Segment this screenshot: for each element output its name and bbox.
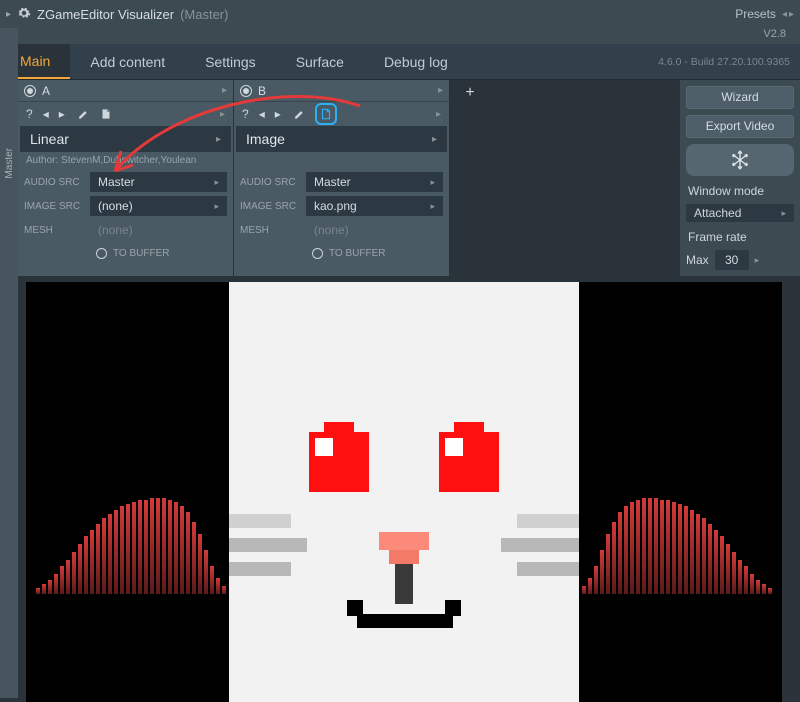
prop-label: AUDIO SRC bbox=[24, 177, 86, 188]
chevron-right-icon[interactable]: ▸ bbox=[436, 109, 441, 120]
prop-label: MESH bbox=[240, 225, 302, 236]
brush-icon[interactable] bbox=[75, 107, 89, 121]
chevron-right-icon: ▸ bbox=[432, 134, 437, 145]
to-buffer-label: TO BUFFER bbox=[329, 248, 385, 259]
layer-b-header[interactable]: B ▸ bbox=[234, 80, 449, 102]
layer-a-header[interactable]: A ▸ bbox=[18, 80, 233, 102]
tab-debug-log[interactable]: Debug log bbox=[364, 44, 468, 79]
frame-rate-row: Max 30 ▸ bbox=[686, 250, 794, 270]
window-mode-value: Attached bbox=[694, 206, 741, 220]
window-title: ZGameEditor Visualizer bbox=[37, 7, 174, 22]
presets-label: Presets bbox=[735, 7, 776, 21]
layer-b-image-value[interactable]: kao.png▸ bbox=[306, 196, 443, 216]
tab-settings[interactable]: Settings bbox=[185, 44, 276, 79]
frame-rate-label: Frame rate bbox=[686, 228, 794, 244]
prev-icon[interactable]: ◂ bbox=[259, 107, 265, 121]
layer-b-audio-value[interactable]: Master▸ bbox=[306, 172, 443, 192]
preset-next-icon[interactable]: ▸ bbox=[789, 9, 794, 20]
help-icon[interactable]: ? bbox=[242, 107, 249, 121]
build-label: 4.6.0 - Build 27.20.100.9365 bbox=[658, 56, 800, 68]
to-buffer-label: TO BUFFER bbox=[113, 248, 169, 259]
clip-icon[interactable] bbox=[99, 107, 113, 121]
chevron-right-icon[interactable]: ▸ bbox=[438, 85, 443, 96]
visualizer-right bbox=[582, 498, 772, 594]
plus-icon[interactable]: + bbox=[465, 84, 474, 102]
layer-b-mesh: MESH (none) bbox=[234, 218, 449, 242]
gear-icon[interactable] bbox=[17, 6, 31, 23]
snapshot-button[interactable] bbox=[686, 144, 794, 176]
to-buffer-radio[interactable] bbox=[312, 248, 323, 259]
add-layer[interactable]: + bbox=[450, 80, 490, 276]
layer-b-toolbar: ? ◂ ▸ ▸ bbox=[234, 102, 449, 126]
layer-a-to-buffer[interactable]: TO BUFFER bbox=[18, 242, 233, 265]
frame-rate-max-label: Max bbox=[686, 253, 709, 267]
layer-b-image-src: IMAGE SRC kao.png▸ bbox=[234, 194, 449, 218]
export-video-button[interactable]: Export Video bbox=[686, 115, 794, 138]
layer-a-image-src: IMAGE SRC (none)▸ bbox=[18, 194, 233, 218]
main-row: A ▸ ? ◂ ▸ ▸ Linear ▸ Author: StevenM,Dub… bbox=[0, 80, 800, 276]
chevron-right-icon: ▸ bbox=[781, 208, 786, 219]
prop-label: IMAGE SRC bbox=[240, 201, 302, 212]
preview-image bbox=[229, 282, 579, 702]
layer-b-mesh-value[interactable]: (none) bbox=[306, 220, 443, 240]
layer-a-audio-src: AUDIO SRC Master▸ bbox=[18, 170, 233, 194]
layer-a-mesh: MESH (none) bbox=[18, 218, 233, 242]
layer-b-to-buffer[interactable]: TO BUFFER bbox=[234, 242, 449, 265]
layer-a-author: Author: StevenM,Dubswitcher,Youlean bbox=[18, 152, 233, 170]
dock-label: Master bbox=[4, 148, 15, 179]
collapse-icon[interactable]: ▸ bbox=[6, 9, 11, 20]
layer-a-effect-selector[interactable]: Linear ▸ bbox=[20, 126, 231, 152]
layer-b-author bbox=[234, 152, 449, 170]
layer-b-audio-src: AUDIO SRC Master▸ bbox=[234, 170, 449, 194]
visualizer-left bbox=[36, 498, 226, 594]
layer-b-id: B bbox=[258, 84, 266, 98]
frame-rate-value[interactable]: 30 bbox=[715, 250, 749, 270]
title-bar: ▸ ZGameEditor Visualizer (Master) Preset… bbox=[0, 0, 800, 28]
layer-a-enable-radio[interactable] bbox=[24, 85, 36, 97]
layer-b-effect-selector[interactable]: Image ▸ bbox=[236, 126, 447, 152]
layer-b-effect-name: Image bbox=[246, 131, 285, 147]
prop-label: MESH bbox=[24, 225, 86, 236]
brush-icon[interactable] bbox=[291, 107, 305, 121]
layer-b: B ▸ ? ◂ ▸ ▸ Image ▸ AUDIO SRC Master▸ I bbox=[234, 80, 450, 276]
layer-a: A ▸ ? ◂ ▸ ▸ Linear ▸ Author: StevenM,Dub… bbox=[18, 80, 234, 276]
layer-a-effect-name: Linear bbox=[30, 131, 69, 147]
chevron-right-icon[interactable]: ▸ bbox=[220, 109, 225, 120]
prev-icon[interactable]: ◂ bbox=[43, 107, 49, 121]
window-mode-label: Window mode bbox=[686, 182, 794, 198]
preset-prev-icon[interactable]: ◂ bbox=[782, 9, 787, 20]
chevron-right-icon[interactable]: ▸ bbox=[222, 85, 227, 96]
tab-surface[interactable]: Surface bbox=[276, 44, 364, 79]
help-icon[interactable]: ? bbox=[26, 107, 33, 121]
next-icon[interactable]: ▸ bbox=[275, 107, 281, 121]
preview-viewport[interactable] bbox=[26, 282, 782, 702]
layers-area: A ▸ ? ◂ ▸ ▸ Linear ▸ Author: StevenM,Dub… bbox=[0, 80, 680, 276]
prop-label: AUDIO SRC bbox=[240, 177, 302, 188]
layer-a-id: A bbox=[42, 84, 50, 98]
side-panel: Wizard Export Video Window mode Attached… bbox=[680, 80, 800, 276]
main-tabs: Main Add content Settings Surface Debug … bbox=[0, 44, 800, 80]
layer-b-enable-radio[interactable] bbox=[240, 85, 252, 97]
snowflake-icon bbox=[729, 149, 751, 171]
tab-add-content[interactable]: Add content bbox=[70, 44, 185, 79]
prop-label: IMAGE SRC bbox=[24, 201, 86, 212]
chevron-right-icon[interactable]: ▸ bbox=[755, 255, 760, 266]
chevron-right-icon: ▸ bbox=[216, 134, 221, 145]
layer-a-audio-value[interactable]: Master▸ bbox=[90, 172, 227, 192]
presets-selector[interactable]: Presets ◂▸ bbox=[735, 7, 794, 21]
layer-a-image-value[interactable]: (none)▸ bbox=[90, 196, 227, 216]
version-line: V2.8 bbox=[0, 28, 800, 44]
wizard-button[interactable]: Wizard bbox=[686, 86, 794, 109]
window-context: (Master) bbox=[180, 7, 228, 22]
version-label: V2.8 bbox=[763, 28, 786, 40]
layer-a-mesh-value[interactable]: (none) bbox=[90, 220, 227, 240]
window-mode-select[interactable]: Attached ▸ bbox=[686, 204, 794, 222]
next-icon[interactable]: ▸ bbox=[59, 107, 65, 121]
layer-a-toolbar: ? ◂ ▸ ▸ bbox=[18, 102, 233, 126]
to-buffer-radio[interactable] bbox=[96, 248, 107, 259]
left-dock-strip: Master bbox=[0, 28, 18, 698]
clip-icon[interactable] bbox=[315, 103, 337, 125]
